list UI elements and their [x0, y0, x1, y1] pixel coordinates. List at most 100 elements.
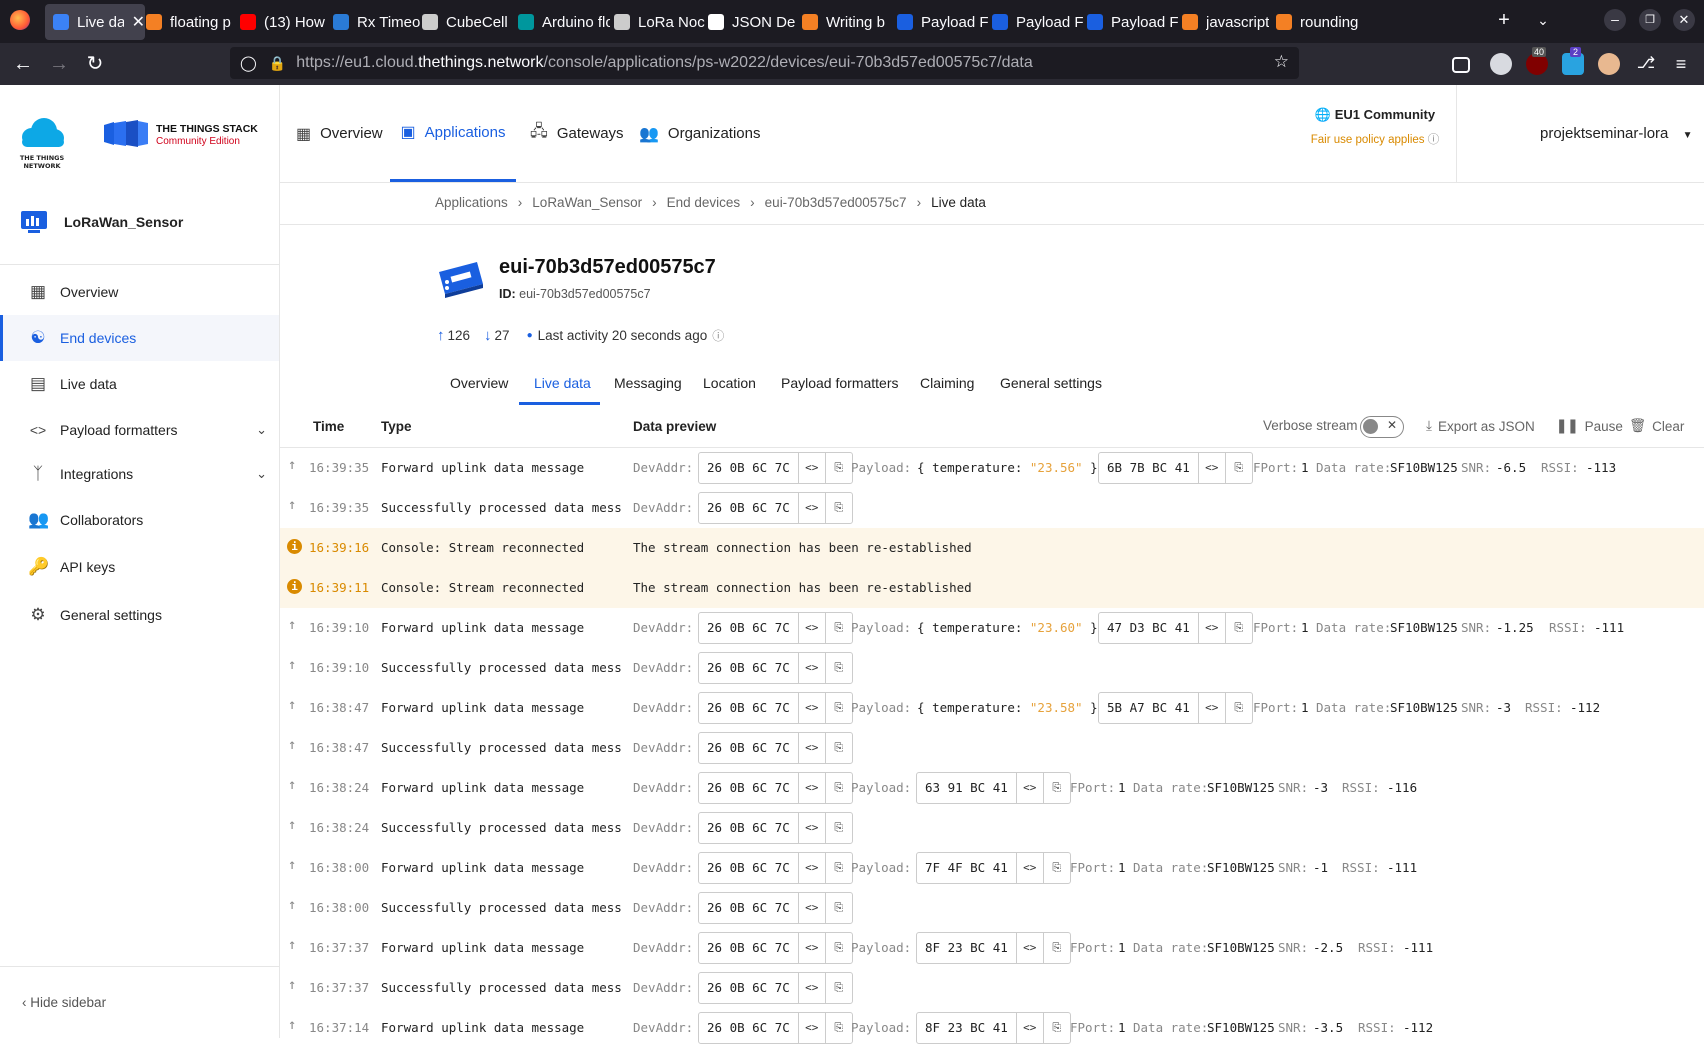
- copy-icon[interactable]: ⎘: [1042, 773, 1070, 803]
- code-toggle-icon[interactable]: <>: [797, 453, 825, 483]
- menu-hamburger-icon[interactable]: ≡: [1668, 51, 1694, 77]
- code-toggle-icon[interactable]: <>: [797, 493, 825, 523]
- copy-icon[interactable]: ⎘: [824, 453, 852, 483]
- table-row[interactable]: ↑ 16:38:47 Forward uplink data message DevA…: [280, 688, 1704, 728]
- clear-button[interactable]: 🗑 Clear: [1629, 418, 1684, 434]
- copy-icon[interactable]: ⎘: [1042, 1013, 1070, 1043]
- tab-overview[interactable]: Overview: [450, 375, 508, 391]
- topnav-overview[interactable]: ▦ Overview: [296, 85, 383, 182]
- table-row[interactable]: ↑ 16:39:35 Forward uplink data message DevA…: [280, 448, 1704, 488]
- copy-icon[interactable]: ⎘: [824, 1013, 852, 1043]
- browser-tab[interactable]: rounding: [1276, 4, 1368, 40]
- code-toggle-icon[interactable]: <>: [1015, 933, 1043, 963]
- export-json-button[interactable]: ⤓ Export as JSON: [1426, 418, 1535, 434]
- code-toggle-icon[interactable]: <>: [797, 853, 825, 883]
- table-row[interactable]: ↑ 16:39:10 Successfully processed data mes…: [280, 648, 1704, 688]
- reload-icon[interactable]: ↻: [82, 51, 108, 77]
- address-bar[interactable]: ◯ 🔒 https://eu1.cloud. thethings.network /…: [230, 47, 1299, 79]
- tab-payload-formatters[interactable]: Payload formatters: [781, 375, 899, 391]
- copy-icon[interactable]: ⎘: [824, 493, 852, 523]
- shield-icon[interactable]: ◯: [240, 54, 257, 72]
- browser-tab[interactable]: CubeCell: [422, 4, 514, 40]
- code-toggle-icon[interactable]: <>: [1015, 853, 1043, 883]
- table-row[interactable]: ↑ 16:38:24 Successfully processed data mes…: [280, 808, 1704, 848]
- breadcrumb-application[interactable]: LoRaWan_Sensor: [532, 195, 642, 210]
- code-toggle-icon[interactable]: <>: [797, 893, 825, 923]
- sidebar-app-header[interactable]: LoRaWan_Sensor: [20, 210, 183, 234]
- chevron-down-icon[interactable]: ⌄: [256, 466, 267, 482]
- browser-tab[interactable]: Payload F: [1087, 4, 1179, 40]
- topnav-applications[interactable]: ▣ Applications: [390, 85, 516, 182]
- hide-sidebar-button[interactable]: ‹ Hide sidebar: [22, 995, 106, 1010]
- verbose-stream-toggle[interactable]: ✕: [1360, 416, 1404, 438]
- sidebar-item-overview[interactable]: ▦ Overview: [0, 269, 279, 315]
- code-toggle-icon[interactable]: <>: [797, 613, 825, 643]
- browser-tab[interactable]: JSON De: [708, 4, 800, 40]
- user-menu[interactable]: projektseminar-lora ▼: [1540, 125, 1692, 142]
- copy-icon[interactable]: ⎘: [1042, 933, 1070, 963]
- sidebar-item-live-data[interactable]: ▤ Live data: [0, 361, 279, 407]
- fair-use-link[interactable]: Fair use policy applies ⓘ: [1290, 131, 1460, 147]
- sidebar-item-collaborators[interactable]: 👥 Collaborators: [0, 497, 279, 543]
- extensions-puzzle-icon[interactable]: ⎇: [1633, 51, 1659, 77]
- browser-tab[interactable]: Arduino floa: [518, 4, 610, 40]
- code-toggle-icon[interactable]: <>: [1015, 773, 1043, 803]
- sidebar-item-end-devices[interactable]: ☯ End devices: [0, 315, 279, 361]
- lock-icon[interactable]: 🔒: [269, 55, 286, 72]
- breadcrumb-end-devices[interactable]: End devices: [667, 195, 741, 210]
- back-icon[interactable]: ←: [10, 51, 36, 77]
- sidebar-item-api-keys[interactable]: 🔑 API keys: [0, 544, 279, 590]
- restore-button[interactable]: ❐: [1639, 9, 1661, 31]
- table-row[interactable]: ↑ 16:39:35 Successfully processed data mes…: [280, 488, 1704, 528]
- copy-icon[interactable]: ⎘: [824, 813, 852, 843]
- tab-list-chevron-icon[interactable]: ⌄: [1530, 7, 1556, 33]
- new-tab-button[interactable]: +: [1491, 7, 1517, 33]
- code-toggle-icon[interactable]: <>: [797, 693, 825, 723]
- tab-messaging[interactable]: Messaging: [614, 375, 682, 391]
- browser-tab[interactable]: Payload F: [897, 4, 989, 40]
- chevron-down-icon[interactable]: ⌄: [256, 422, 267, 438]
- code-toggle-icon[interactable]: <>: [1197, 693, 1225, 723]
- table-row[interactable]: i 16:39:11 Console: Stream reconnected The …: [280, 568, 1704, 608]
- firefox-icon[interactable]: [10, 10, 30, 30]
- code-toggle-icon[interactable]: <>: [1197, 453, 1225, 483]
- table-row[interactable]: ↑ 16:37:37 Forward uplink data message DevA…: [280, 928, 1704, 968]
- sidebar-item-integrations[interactable]: ᛉ Integrations ⌄: [0, 451, 279, 497]
- tab-live-data[interactable]: Live data: [534, 375, 591, 391]
- copy-icon[interactable]: ⎘: [824, 973, 852, 1003]
- code-toggle-icon[interactable]: <>: [1197, 613, 1225, 643]
- table-row[interactable]: ↑ 16:38:47 Successfully processed data mes…: [280, 728, 1704, 768]
- table-row[interactable]: ↑ 16:38:24 Forward uplink data message DevA…: [280, 768, 1704, 808]
- profile-avatar-icon[interactable]: [1598, 53, 1620, 75]
- browser-tab[interactable]: (13) How: [240, 4, 332, 40]
- forward-icon[interactable]: →: [46, 51, 72, 77]
- code-toggle-icon[interactable]: <>: [797, 773, 825, 803]
- copy-icon[interactable]: ⎘: [1042, 853, 1070, 883]
- tab-location[interactable]: Location: [703, 375, 756, 391]
- bookmark-star-icon[interactable]: ☆: [1274, 52, 1289, 72]
- close-tab-icon[interactable]: ✕: [132, 12, 145, 32]
- ttn-logo[interactable]: THE THINGS NETWORK: [18, 115, 66, 175]
- browser-tab[interactable]: Rx Timeo: [333, 4, 425, 40]
- help-icon[interactable]: ⓘ: [712, 327, 724, 344]
- breadcrumb-device[interactable]: eui-70b3d57ed00575c7: [765, 195, 907, 210]
- table-row[interactable]: ↑ 16:38:00 Forward uplink data message DevA…: [280, 848, 1704, 888]
- copy-icon[interactable]: ⎘: [824, 653, 852, 683]
- tab-claiming[interactable]: Claiming: [920, 375, 974, 391]
- table-row[interactable]: ↑ 16:39:10 Forward uplink data message DevA…: [280, 608, 1704, 648]
- topnav-organizations[interactable]: 👥 Organizations: [639, 85, 760, 182]
- table-row[interactable]: ↑ 16:38:00 Successfully processed data mes…: [280, 888, 1704, 928]
- minimize-button[interactable]: –: [1604, 9, 1626, 31]
- sidebar-item-general-settings[interactable]: ⚙ General settings: [0, 592, 279, 638]
- copy-icon[interactable]: ⎘: [1224, 613, 1252, 643]
- copy-icon[interactable]: ⎘: [824, 893, 852, 923]
- browser-tab[interactable]: javascript: [1182, 4, 1274, 40]
- pause-button[interactable]: ❚❚ Pause: [1556, 418, 1623, 434]
- copy-icon[interactable]: ⎘: [1224, 453, 1252, 483]
- browser-tab[interactable]: Live da ✕: [45, 4, 145, 40]
- extension-globe-icon[interactable]: [1490, 53, 1512, 75]
- copy-icon[interactable]: ⎘: [824, 693, 852, 723]
- code-toggle-icon[interactable]: <>: [797, 973, 825, 1003]
- code-toggle-icon[interactable]: <>: [797, 733, 825, 763]
- table-row[interactable]: ↑ 16:37:37 Successfully processed data mes…: [280, 968, 1704, 1008]
